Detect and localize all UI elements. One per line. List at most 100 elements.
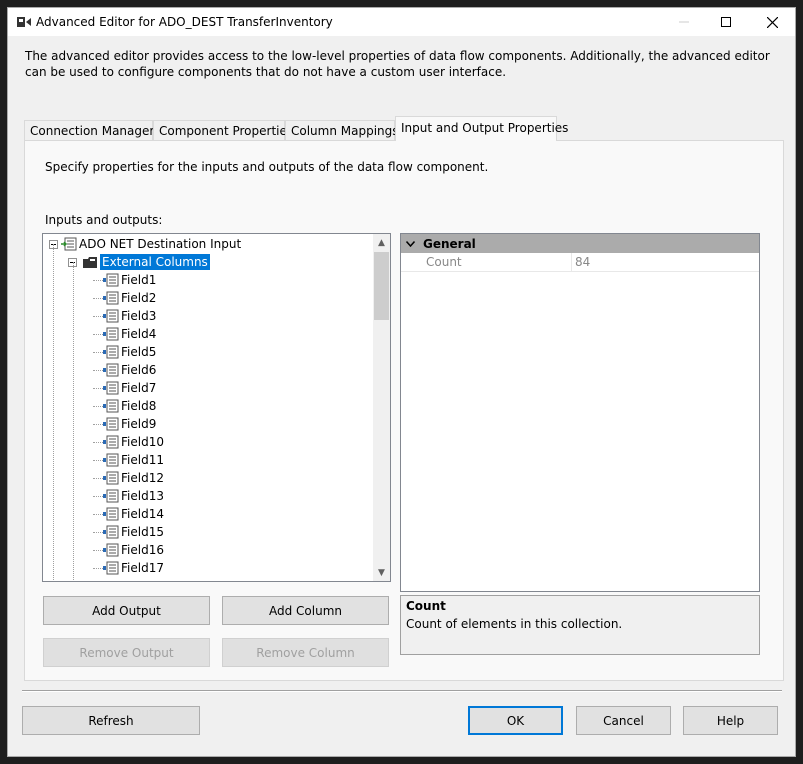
tree-connector xyxy=(93,495,103,497)
tree-field-label: Field11 xyxy=(121,453,164,467)
input-icon xyxy=(61,237,77,251)
tree-connector xyxy=(93,459,103,461)
tree-connector xyxy=(93,423,103,425)
tree-connector-lines xyxy=(73,262,75,581)
property-value: 84 xyxy=(575,255,591,269)
tree-field-node[interactable]: Field13 xyxy=(93,487,166,505)
tab-input-output-properties[interactable]: Input and Output Properties xyxy=(395,116,568,141)
tree-scrollbar[interactable]: ▲ ▼ xyxy=(373,234,390,581)
tree-field-label: Field2 xyxy=(121,291,157,305)
tree-connector xyxy=(93,351,103,353)
remove-column-button[interactable]: Remove Column xyxy=(222,638,389,667)
column-icon xyxy=(103,435,119,449)
tree-field-node[interactable]: Field12 xyxy=(93,469,166,487)
help-text: Count of elements in this collection. xyxy=(406,617,623,631)
column-icon xyxy=(103,489,119,503)
advanced-editor-window: Advanced Editor for ADO_DEST TransferInv… xyxy=(7,7,796,757)
tree-connector xyxy=(93,297,103,299)
column-icon xyxy=(103,345,119,359)
tab-column-mappings[interactable]: Column Mappings xyxy=(285,120,399,140)
column-icon xyxy=(103,381,119,395)
tree-field-node[interactable]: Field3 xyxy=(93,307,158,325)
close-button[interactable] xyxy=(749,8,795,36)
title-bar: Advanced Editor for ADO_DEST TransferInv… xyxy=(8,8,795,36)
tree-connector xyxy=(93,513,103,515)
tree-field-node[interactable]: Field15 xyxy=(93,523,166,541)
tree-field-node[interactable]: Field5 xyxy=(93,343,158,361)
tree-root-label: ADO NET Destination Input xyxy=(79,237,242,251)
column-icon xyxy=(103,309,119,323)
inputs-outputs-tree[interactable]: ADO NET Destination Input External Colum… xyxy=(42,233,391,582)
tree-connector xyxy=(93,531,103,533)
panel-description: Specify properties for the inputs and ou… xyxy=(45,160,489,174)
property-category-general[interactable]: General xyxy=(401,234,759,253)
tree-field-node[interactable]: Field9 xyxy=(93,415,158,433)
tree-field-node[interactable]: Field7 xyxy=(93,379,158,397)
app-icon xyxy=(16,15,32,29)
tree-field-node[interactable]: Field2 xyxy=(93,289,158,307)
add-column-button[interactable]: Add Column xyxy=(222,596,389,625)
tree-field-node[interactable]: Field14 xyxy=(93,505,166,523)
tab-connection-managers[interactable]: Connection Managers xyxy=(24,120,161,140)
column-icon xyxy=(103,525,119,539)
column-icon xyxy=(103,507,119,521)
column-icon xyxy=(103,453,119,467)
tree-field-label: Field7 xyxy=(121,381,157,395)
tree-connector-lines xyxy=(53,244,55,581)
tree-field-node[interactable]: Field8 xyxy=(93,397,158,415)
tree-field-label: Field10 xyxy=(121,435,164,449)
tree-root-node[interactable]: ADO NET Destination Input xyxy=(49,235,243,253)
ok-button[interactable]: OK xyxy=(468,706,563,735)
chevron-down-icon[interactable] xyxy=(406,240,415,247)
tree-connector xyxy=(93,477,103,479)
help-button[interactable]: Help xyxy=(683,706,778,735)
property-category-label: General xyxy=(423,236,476,251)
scroll-down-icon[interactable]: ▼ xyxy=(373,564,390,581)
help-title: Count xyxy=(406,599,446,613)
tree-field-node[interactable]: Field10 xyxy=(93,433,166,451)
scroll-up-icon[interactable]: ▲ xyxy=(373,234,390,251)
cancel-button[interactable]: Cancel xyxy=(576,706,671,735)
refresh-button[interactable]: Refresh xyxy=(22,706,200,735)
tree-field-label: Field17 xyxy=(121,561,164,575)
tree-connector xyxy=(93,549,103,551)
tree-connector xyxy=(93,567,103,569)
scroll-thumb[interactable] xyxy=(374,252,389,320)
tree-field-label: Field5 xyxy=(121,345,157,359)
property-name: Count xyxy=(426,255,462,269)
tree-field-node[interactable]: Field1 xyxy=(93,271,158,289)
tree-connector xyxy=(93,405,103,407)
tree-field-label: Field4 xyxy=(121,327,157,341)
tree-field-node[interactable]: Field4 xyxy=(93,325,158,343)
tree-field-node[interactable]: Field6 xyxy=(93,361,158,379)
editor-description: The advanced editor provides access to t… xyxy=(25,49,770,79)
property-row-count[interactable]: Count 84 xyxy=(401,253,759,272)
property-divider xyxy=(571,253,572,271)
tree-field-node[interactable]: Field11 xyxy=(93,451,166,469)
column-icon xyxy=(103,327,119,341)
add-output-button[interactable]: Add Output xyxy=(43,596,210,625)
tab-component-properties[interactable]: Component Properties xyxy=(153,120,293,140)
column-icon xyxy=(103,561,119,575)
close-icon xyxy=(766,16,778,28)
tree-field-label: Field15 xyxy=(121,525,164,539)
minimize-button[interactable] xyxy=(661,8,707,36)
tree-group-label: External Columns xyxy=(100,254,210,270)
column-icon xyxy=(103,291,119,305)
tab-panel: Specify properties for the inputs and ou… xyxy=(24,140,784,681)
tree-group-node[interactable]: External Columns xyxy=(68,253,210,271)
tree-field-node[interactable]: Field16 xyxy=(93,541,166,559)
footer-separator xyxy=(22,690,782,692)
tree-field-label: Field12 xyxy=(121,471,164,485)
tree-connector xyxy=(93,333,103,335)
maximize-button[interactable] xyxy=(703,8,749,36)
property-grid[interactable]: General Count 84 xyxy=(400,233,760,592)
maximize-icon xyxy=(721,17,731,27)
column-icon xyxy=(103,417,119,431)
tree-field-node[interactable]: Field17 xyxy=(93,559,166,577)
remove-output-button[interactable]: Remove Output xyxy=(43,638,210,667)
column-icon xyxy=(103,399,119,413)
tree-connector xyxy=(93,369,103,371)
tree-field-label: Field13 xyxy=(121,489,164,503)
folder-icon xyxy=(82,256,98,269)
